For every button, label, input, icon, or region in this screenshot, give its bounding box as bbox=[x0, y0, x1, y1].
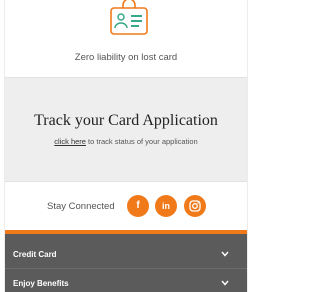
instagram-button[interactable] bbox=[184, 195, 206, 217]
stay-connected-label: Stay Connected bbox=[47, 201, 115, 212]
accordion-label: Enjoy Benefits bbox=[13, 279, 69, 288]
linkedin-button[interactable]: in bbox=[155, 195, 177, 217]
chevron-down-icon bbox=[221, 251, 229, 257]
footer-accordion: Credit Card Enjoy Benefits bbox=[5, 230, 247, 292]
track-title: Track your Card Application bbox=[34, 112, 218, 129]
track-subtext-suffix: to track status of your application bbox=[85, 137, 198, 146]
content-column: Zero liability on lost card Track your C… bbox=[4, 0, 248, 292]
social-section: Stay Connected f in bbox=[5, 182, 247, 230]
accordion-credit-card[interactable]: Credit Card bbox=[5, 240, 247, 269]
id-card-icon bbox=[110, 0, 148, 35]
chevron-down-icon bbox=[221, 280, 229, 286]
track-application-section: Track your Card Application click here t… bbox=[5, 77, 247, 182]
click-here-link[interactable]: click here bbox=[54, 137, 86, 146]
facebook-icon: f bbox=[136, 200, 140, 211]
feature-block: Zero liability on lost card bbox=[5, 0, 247, 77]
feature-text: Zero liability on lost card bbox=[74, 52, 178, 63]
instagram-icon bbox=[189, 200, 201, 212]
track-subtext: click here to track status of your appli… bbox=[5, 137, 247, 146]
facebook-button[interactable]: f bbox=[127, 195, 149, 217]
linkedin-icon: in bbox=[162, 201, 170, 211]
accordion-label: Credit Card bbox=[13, 250, 57, 259]
accordion-enjoy-benefits[interactable]: Enjoy Benefits bbox=[5, 268, 247, 292]
page: Zero liability on lost card Track your C… bbox=[0, 0, 253, 292]
